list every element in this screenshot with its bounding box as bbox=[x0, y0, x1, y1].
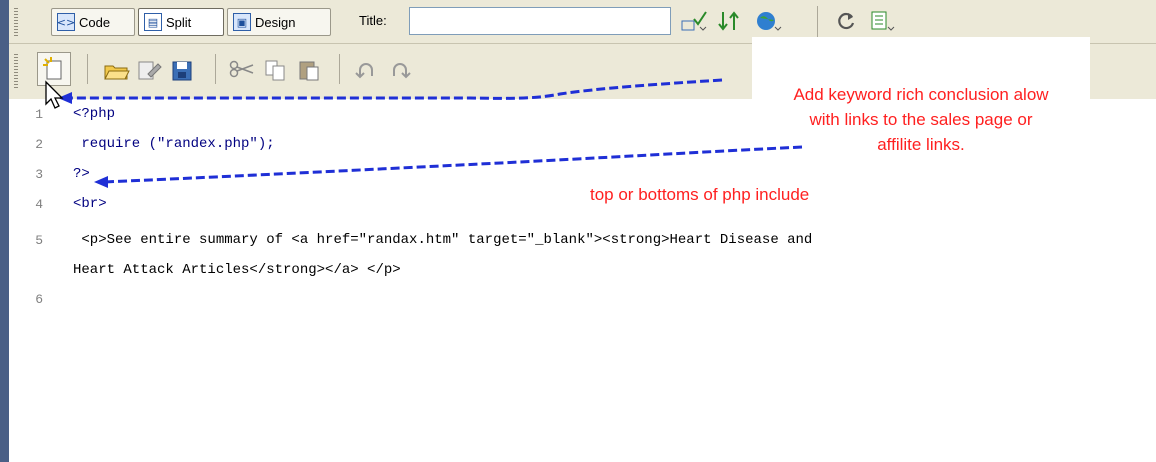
arrow-head bbox=[94, 176, 108, 188]
arrow-to-php-close bbox=[103, 145, 803, 184]
arrow-to-toolbar bbox=[66, 78, 723, 100]
annotation-arrows bbox=[58, 78, 803, 188]
mouse-cursor-icon bbox=[45, 80, 64, 109]
